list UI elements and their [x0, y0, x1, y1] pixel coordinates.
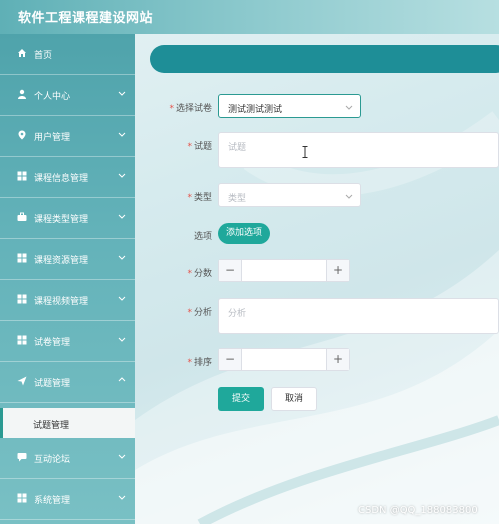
sidebar-item-course-videos[interactable]: 课程视频管理 [0, 280, 135, 321]
order-label: * 排序 [187, 358, 212, 368]
paper-select[interactable]: 测试测试测试 [218, 94, 361, 118]
chevron-down-icon [345, 105, 353, 110]
score-decrement-button[interactable]: − [219, 260, 242, 281]
required-mark: * [169, 104, 174, 114]
location-icon [18, 130, 26, 140]
analysis-label: * 分析 [187, 308, 212, 318]
sidebar-item-label: 用户管理 [34, 133, 71, 143]
grid-icon [17, 171, 27, 181]
options-label: 选项 [193, 232, 212, 242]
sidebar: 首页 个人中心 用户管理 课程信息管理 课程类型管理 课程资源管理 课程视频管理… [0, 34, 135, 524]
sidebar-item-course-info[interactable]: 课程信息管理 [0, 157, 135, 198]
paper-select-value: 测试测试测试 [228, 105, 283, 115]
paper-label: * 选择试卷 [169, 104, 212, 114]
chevron-down-icon [118, 91, 126, 96]
question-label: * 试题 [187, 142, 212, 152]
home-icon [18, 49, 26, 57]
sidebar-item-home[interactable]: 首页 [0, 34, 135, 75]
grid-icon [17, 294, 27, 304]
briefcase-icon [17, 212, 27, 221]
submenu-item-label: 试题管理 [33, 421, 70, 431]
user-icon [18, 89, 26, 99]
required-mark: * [187, 269, 192, 279]
sidebar-item-system[interactable]: 系统管理 [0, 479, 135, 520]
required-mark: * [187, 142, 192, 152]
grid-icon [17, 335, 27, 345]
sidebar-item-label: 课程资源管理 [34, 256, 89, 266]
sidebar-item-exam-papers[interactable]: 试卷管理 [0, 321, 135, 362]
sidebar-item-label: 课程视频管理 [34, 297, 89, 307]
required-mark: * [187, 193, 192, 203]
chevron-down-icon [118, 255, 126, 260]
submenu-item-questions[interactable]: 试题管理 [0, 408, 135, 438]
chevron-down-icon [118, 132, 126, 137]
type-placeholder: 类型 [228, 194, 247, 204]
sidebar-item-label: 互动论坛 [34, 455, 71, 465]
text-cursor-icon [302, 146, 308, 158]
chat-icon [17, 453, 27, 462]
main-header-bar [150, 45, 499, 73]
sidebar-item-users[interactable]: 用户管理 [0, 116, 135, 157]
sidebar-item-course-resources[interactable]: 课程资源管理 [0, 239, 135, 280]
score-increment-button[interactable]: + [326, 260, 349, 281]
analysis-placeholder: 分析 [228, 309, 247, 319]
analysis-input[interactable]: 分析 [218, 298, 499, 334]
grid-icon [17, 253, 27, 263]
chevron-down-icon [118, 337, 126, 342]
top-bar: 软件工程课程建设网站 [0, 0, 499, 34]
score-stepper[interactable]: − + [218, 259, 350, 282]
chevron-down-icon [118, 173, 126, 178]
sidebar-item-label: 首页 [34, 51, 53, 61]
required-mark: * [187, 308, 192, 318]
grid-icon [17, 493, 27, 503]
sidebar-item-label: 课程类型管理 [34, 215, 89, 225]
order-decrement-button[interactable]: − [219, 349, 242, 370]
site-title: 软件工程课程建设网站 [18, 11, 154, 26]
watermark: CSDN @QQ_188083800 [358, 505, 478, 516]
sidebar-item-label: 个人中心 [34, 92, 71, 102]
chevron-down-icon [118, 296, 126, 301]
chevron-down-icon [118, 214, 126, 219]
sidebar-item-forum[interactable]: 互动论坛 [0, 438, 135, 479]
score-label: * 分数 [187, 269, 212, 279]
chevron-down-icon [118, 454, 126, 459]
sidebar-item-label: 试题管理 [34, 379, 71, 389]
question-placeholder: 试题 [228, 143, 247, 153]
type-label: * 类型 [187, 193, 212, 203]
send-icon [17, 376, 27, 386]
sidebar-item-course-type[interactable]: 课程类型管理 [0, 198, 135, 239]
order-stepper[interactable]: − + [218, 348, 350, 371]
sidebar-item-profile[interactable]: 个人中心 [0, 75, 135, 116]
question-input[interactable]: 试题 [218, 132, 499, 168]
order-increment-button[interactable]: + [326, 349, 349, 370]
type-select[interactable]: 类型 [218, 183, 361, 207]
submit-button[interactable]: 提交 [218, 387, 264, 411]
cancel-button[interactable]: 取消 [271, 387, 317, 411]
sidebar-item-questions[interactable]: 试题管理 [0, 362, 135, 403]
chevron-down-icon [118, 495, 126, 500]
chevron-up-icon [118, 377, 126, 382]
sidebar-item-label: 试卷管理 [34, 338, 71, 348]
sidebar-item-label: 课程信息管理 [34, 174, 89, 184]
add-option-button[interactable]: 添加选项 [218, 223, 270, 244]
sidebar-item-label: 系统管理 [34, 496, 71, 506]
chevron-down-icon [345, 194, 353, 199]
required-mark: * [187, 358, 192, 368]
